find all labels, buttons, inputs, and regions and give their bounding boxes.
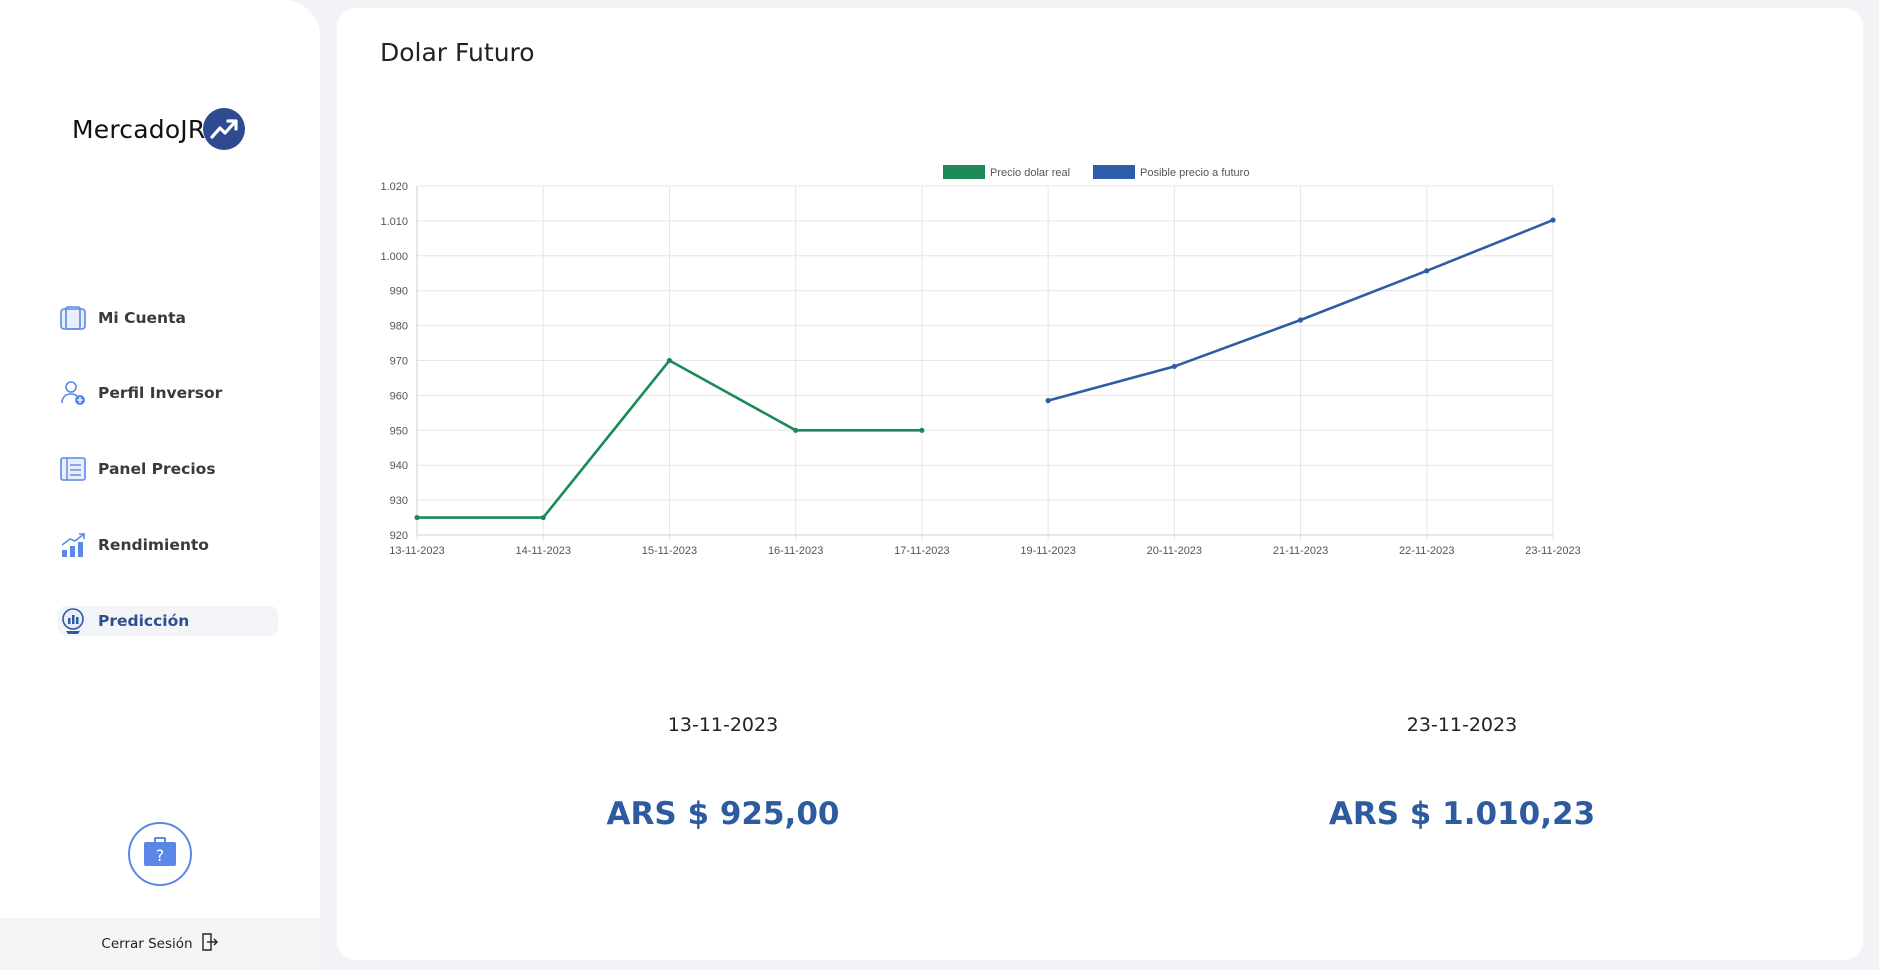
help-briefcase-icon: ? — [142, 836, 178, 873]
sidebar-item-panel-precios[interactable]: Panel Precios — [58, 454, 278, 484]
y-tick-label: 970 — [390, 356, 408, 368]
x-tick-label: 22-11-2023 — [1399, 545, 1454, 557]
help-button[interactable]: ? — [128, 822, 192, 886]
main-panel: Dolar Futuro 920 930 940 950 960 970 980 990 1.0… — [337, 8, 1863, 960]
sidebar-item-perfil-inversor[interactable]: Perfil Inversor — [58, 378, 278, 408]
right-stat: 23-11-2023 ARS $ 1.010,23 — [1212, 714, 1712, 832]
y-tick-label: 920 — [390, 530, 408, 542]
brand-name: MercadoJR — [72, 114, 206, 144]
forecast-chart: 920 930 940 950 960 970 980 990 1.000 1.010 1.020 1… — [337, 148, 1863, 638]
page-title: Dolar Futuro — [380, 38, 535, 67]
brand-logo[interactable]: MercadoJR — [72, 108, 246, 150]
sidebar-item-label: Panel Precios — [98, 460, 216, 478]
y-tick-label: 940 — [390, 460, 408, 472]
prediction-icon — [58, 606, 88, 636]
y-tick-label: 1.010 — [380, 216, 408, 228]
right-stat-date: 23-11-2023 — [1406, 714, 1518, 736]
data-point — [1045, 398, 1051, 404]
sidebar-item-label: Predicción — [98, 612, 190, 630]
left-stat-value: ARS $ 925,00 — [606, 796, 840, 832]
y-tick-label: 960 — [390, 390, 408, 402]
y-tick-label: 930 — [390, 495, 408, 507]
data-point — [919, 427, 925, 433]
sidebar-item-label: Rendimiento — [98, 536, 209, 554]
growth-chart-icon — [58, 530, 88, 560]
data-point — [1550, 217, 1556, 223]
y-tick-label: 1.000 — [380, 251, 408, 263]
left-stat-date: 13-11-2023 — [667, 714, 779, 736]
legend-swatch — [1093, 165, 1135, 179]
wallet-icon — [58, 303, 88, 333]
svg-text:?: ? — [156, 846, 165, 865]
x-tick-label: 13-11-2023 — [389, 545, 444, 557]
x-tick-label: 16-11-2023 — [768, 545, 823, 557]
legend-label: Posible precio a futuro — [1140, 167, 1249, 179]
chart-svg: 920 930 940 950 960 970 980 990 1.000 1.010 1.020 1… — [380, 165, 1581, 557]
logout-button[interactable]: Cerrar Sesión — [0, 918, 320, 970]
x-tick-label: 23-11-2023 — [1525, 545, 1580, 557]
sidebar-item-prediccion[interactable]: Predicción — [58, 606, 278, 636]
x-tick-label: 21-11-2023 — [1273, 545, 1328, 557]
legend-swatch — [943, 165, 985, 179]
logout-label: Cerrar Sesión — [101, 936, 193, 952]
y-tick-label: 990 — [390, 286, 408, 298]
sidebar-item-rendimiento[interactable]: Rendimiento — [58, 530, 278, 560]
price-panel-icon — [58, 454, 88, 484]
x-tick-label: 19-11-2023 — [1020, 545, 1075, 557]
right-stat-value: ARS $ 1.010,23 — [1328, 796, 1596, 832]
y-tick-label: 950 — [390, 425, 408, 437]
user-profile-icon — [58, 378, 88, 408]
sidebar-item-label: Perfil Inversor — [98, 384, 223, 402]
sidebar: MercadoJR Mi Cuenta Perfil Inversor Pane… — [0, 0, 320, 970]
logout-icon — [201, 932, 219, 956]
sidebar-item-mi-cuenta[interactable]: Mi Cuenta — [58, 303, 278, 333]
x-tick-label: 14-11-2023 — [515, 545, 570, 557]
left-stat: 13-11-2023 ARS $ 925,00 — [473, 714, 973, 832]
trend-up-logo-icon — [203, 108, 246, 150]
x-tick-label: 15-11-2023 — [642, 545, 697, 557]
data-point — [793, 427, 799, 433]
sidebar-item-label: Mi Cuenta — [98, 309, 186, 327]
data-point — [540, 514, 546, 521]
y-tick-label: 980 — [390, 321, 408, 333]
x-tick-label: 17-11-2023 — [894, 545, 949, 557]
data-point — [414, 514, 420, 521]
data-point — [1171, 363, 1177, 370]
y-tick-label: 1.020 — [380, 181, 408, 193]
data-point — [1297, 317, 1304, 323]
x-tick-label: 20-11-2023 — [1147, 545, 1202, 557]
data-point — [666, 357, 673, 364]
data-point — [1424, 268, 1430, 274]
legend-label: Precio dolar real — [990, 167, 1070, 179]
